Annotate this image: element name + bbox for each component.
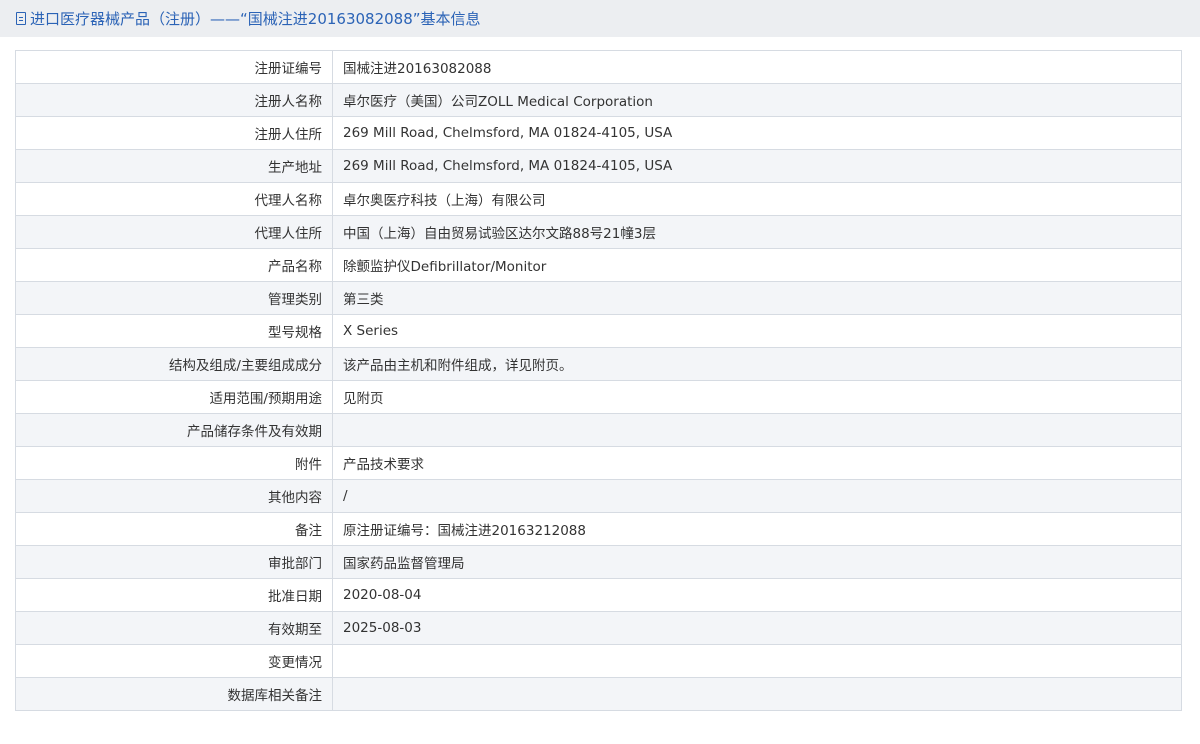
table-row: 批准日期 2020-08-04 xyxy=(15,578,1182,612)
table-row: 代理人名称 卓尔奥医疗科技（上海）有限公司 xyxy=(15,182,1182,216)
field-value: 产品技术要求 xyxy=(332,446,1182,480)
table-row: 结构及组成/主要组成成分 该产品由主机和附件组成，详见附页。 xyxy=(15,347,1182,381)
field-label: 有效期至 xyxy=(15,611,333,645)
field-label: 注册人住所 xyxy=(15,116,333,150)
field-label: 其他内容 xyxy=(15,479,333,513)
field-value xyxy=(332,413,1182,447)
table-row: 附件 产品技术要求 xyxy=(15,446,1182,480)
table-row: 注册人住所 269 Mill Road, Chelmsford, MA 01824… xyxy=(15,116,1182,150)
field-value: 该产品由主机和附件组成，详见附页。 xyxy=(332,347,1182,381)
field-value: 269 Mill Road, Chelmsford, MA 01824-4105… xyxy=(332,116,1182,150)
field-label: 附件 xyxy=(15,446,333,480)
field-label: 批准日期 xyxy=(15,578,333,612)
field-label: 型号规格 xyxy=(15,314,333,348)
field-label: 产品储存条件及有效期 xyxy=(15,413,333,447)
table-row: 变更情况 xyxy=(15,644,1182,678)
table-row: 数据库相关备注 xyxy=(15,677,1182,711)
page-header: 进口医疗器械产品（注册）——“国械注进20163082088”基本信息 xyxy=(0,0,1200,37)
field-value: 中国（上海）自由贸易试验区达尔文路88号21幢3层 xyxy=(332,215,1182,249)
field-label: 注册证编号 xyxy=(15,50,333,84)
field-value: 2020-08-04 xyxy=(332,578,1182,612)
table-row: 产品名称 除颤监护仪Defibrillator/Monitor xyxy=(15,248,1182,282)
field-label: 备注 xyxy=(15,512,333,546)
field-value: 第三类 xyxy=(332,281,1182,315)
field-value: 原注册证编号：国械注进20163212088 xyxy=(332,512,1182,546)
table-row: 产品储存条件及有效期 xyxy=(15,413,1182,447)
field-label: 管理类别 xyxy=(15,281,333,315)
field-label: 适用范围/预期用途 xyxy=(15,380,333,414)
field-value xyxy=(332,644,1182,678)
field-value: 除颤监护仪Defibrillator/Monitor xyxy=(332,248,1182,282)
table-row: 管理类别 第三类 xyxy=(15,281,1182,315)
table-row: 注册人名称 卓尔医疗（美国）公司ZOLL Medical Corporation xyxy=(15,83,1182,117)
field-label: 注册人名称 xyxy=(15,83,333,117)
document-icon xyxy=(16,12,26,25)
table-row: 备注 原注册证编号：国械注进20163212088 xyxy=(15,512,1182,546)
field-label: 变更情况 xyxy=(15,644,333,678)
field-label: 审批部门 xyxy=(15,545,333,579)
field-value: 见附页 xyxy=(332,380,1182,414)
field-value: / xyxy=(332,479,1182,513)
table-row: 有效期至 2025-08-03 xyxy=(15,611,1182,645)
field-label: 产品名称 xyxy=(15,248,333,282)
field-label: 生产地址 xyxy=(15,149,333,183)
field-value: 卓尔医疗（美国）公司ZOLL Medical Corporation xyxy=(332,83,1182,117)
field-value: 2025-08-03 xyxy=(332,611,1182,645)
field-value: X Series xyxy=(332,314,1182,348)
table-row: 代理人住所 中国（上海）自由贸易试验区达尔文路88号21幢3层 xyxy=(15,215,1182,249)
table-row: 型号规格 X Series xyxy=(15,314,1182,348)
field-label: 结构及组成/主要组成成分 xyxy=(15,347,333,381)
table-row: 生产地址 269 Mill Road, Chelmsford, MA 01824-… xyxy=(15,149,1182,183)
page-title: 进口医疗器械产品（注册）——“国械注进20163082088”基本信息 xyxy=(30,10,481,28)
field-value: 卓尔奥医疗科技（上海）有限公司 xyxy=(332,182,1182,216)
field-value: 国械注进20163082088 xyxy=(332,50,1182,84)
info-panel: 注册证编号 国械注进20163082088 注册人名称 卓尔医疗（美国）公司ZOLL … xyxy=(0,37,1200,744)
table-row: 审批部门 国家药品监督管理局 xyxy=(15,545,1182,579)
table-row: 其他内容 / xyxy=(15,479,1182,513)
registration-info-table: 注册证编号 国械注进20163082088 注册人名称 卓尔医疗（美国）公司ZOLL … xyxy=(15,50,1182,711)
field-label: 代理人名称 xyxy=(15,182,333,216)
field-value: 国家药品监督管理局 xyxy=(332,545,1182,579)
table-row: 注册证编号 国械注进20163082088 xyxy=(15,50,1182,84)
field-label: 代理人住所 xyxy=(15,215,333,249)
field-value: 269 Mill Road, Chelmsford, MA 01824-4105… xyxy=(332,149,1182,183)
table-row: 适用范围/预期用途 见附页 xyxy=(15,380,1182,414)
field-value xyxy=(332,677,1182,711)
field-label: 数据库相关备注 xyxy=(15,677,333,711)
